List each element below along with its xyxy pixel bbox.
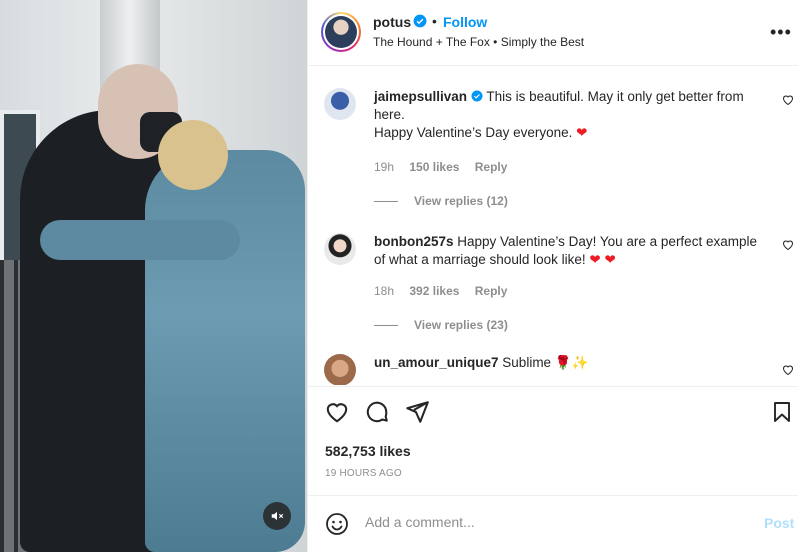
comments-list[interactable]: jaimepsullivan This is beautiful. May it… (308, 67, 798, 385)
reply-button[interactable]: Reply (475, 284, 508, 298)
post-header: potus • Follow The Hound + The Fox • Sim… (308, 0, 798, 66)
post-timestamp[interactable]: 19 HOURS AGO (325, 468, 402, 479)
emoji-picker-icon[interactable] (325, 512, 349, 536)
view-replies-label: View replies (12) (414, 194, 508, 208)
commenter-username[interactable]: jaimepsullivan (374, 89, 467, 104)
comment-text: un_amour_unique7 Sublime 🌹✨ (374, 354, 759, 372)
comment-time[interactable]: 18h (374, 284, 394, 298)
like-heart-icon[interactable] (324, 399, 350, 425)
mute-button[interactable] (263, 502, 291, 530)
comment-meta: 18h 392 likes Reply (374, 284, 519, 298)
comment-time[interactable]: 19h (374, 160, 394, 174)
author-username[interactable]: potus (373, 14, 411, 30)
comment-text: jaimepsullivan This is beautiful. May it… (374, 88, 759, 142)
post-sidebar: potus • Follow The Hound + The Fox • Sim… (307, 0, 798, 552)
comment-likes[interactable]: 392 likes (409, 284, 459, 298)
photo-embrace-arms (40, 220, 240, 260)
commenter-avatar[interactable] (324, 354, 356, 385)
author-avatar[interactable] (321, 12, 361, 52)
heart-emoji: ❤ ❤ (589, 252, 616, 267)
view-replies-label: View replies (23) (414, 318, 508, 332)
like-comment-heart-icon[interactable] (782, 364, 794, 376)
rose-sparkles-emoji: 🌹✨ (554, 355, 589, 370)
verified-badge-icon (413, 14, 427, 28)
comment-meta: 19h 150 likes Reply (374, 160, 519, 174)
comment-content: Sublime (502, 355, 552, 370)
verified-badge-icon (471, 90, 483, 102)
commenter-username[interactable]: bonbon257s (374, 234, 454, 249)
header-separator: • (432, 13, 437, 29)
photo-woman-coat (145, 150, 305, 552)
post-comment-button[interactable]: Post (764, 515, 794, 531)
like-comment-heart-icon[interactable] (782, 239, 794, 251)
speaker-muted-icon (271, 511, 284, 521)
reply-button[interactable]: Reply (475, 160, 508, 174)
comment-likes[interactable]: 150 likes (409, 160, 459, 174)
post-photo[interactable] (0, 0, 307, 552)
comment-bubble-icon[interactable] (364, 399, 390, 425)
follow-button[interactable]: Follow (443, 14, 487, 30)
more-options-icon[interactable]: ••• (770, 22, 792, 43)
comment-text: bonbon257s Happy Valentine’s Day! You ar… (374, 233, 759, 269)
view-replies-button[interactable]: View replies (12) (374, 194, 508, 208)
share-paper-plane-icon[interactable] (404, 399, 430, 425)
save-bookmark-icon[interactable] (770, 399, 794, 425)
view-replies-button[interactable]: View replies (23) (374, 318, 508, 332)
comment-composer: Post (308, 495, 798, 552)
comment-content-line2: Happy Valentine’s Day everyone. (374, 125, 573, 140)
post-actions: 582,753 likes 19 HOURS AGO (308, 386, 798, 494)
commenter-avatar[interactable] (324, 88, 356, 120)
comment-input[interactable] (365, 514, 735, 530)
like-comment-heart-icon[interactable] (782, 94, 794, 106)
commenter-username[interactable]: un_amour_unique7 (374, 355, 499, 370)
post-location[interactable]: The Hound + The Fox • Simply the Best (373, 35, 584, 49)
heart-emoji: ❤ (576, 125, 588, 140)
commenter-avatar[interactable] (324, 233, 356, 265)
photo-woman-hair (158, 120, 228, 190)
like-count[interactable]: 582,753 likes (325, 443, 411, 459)
